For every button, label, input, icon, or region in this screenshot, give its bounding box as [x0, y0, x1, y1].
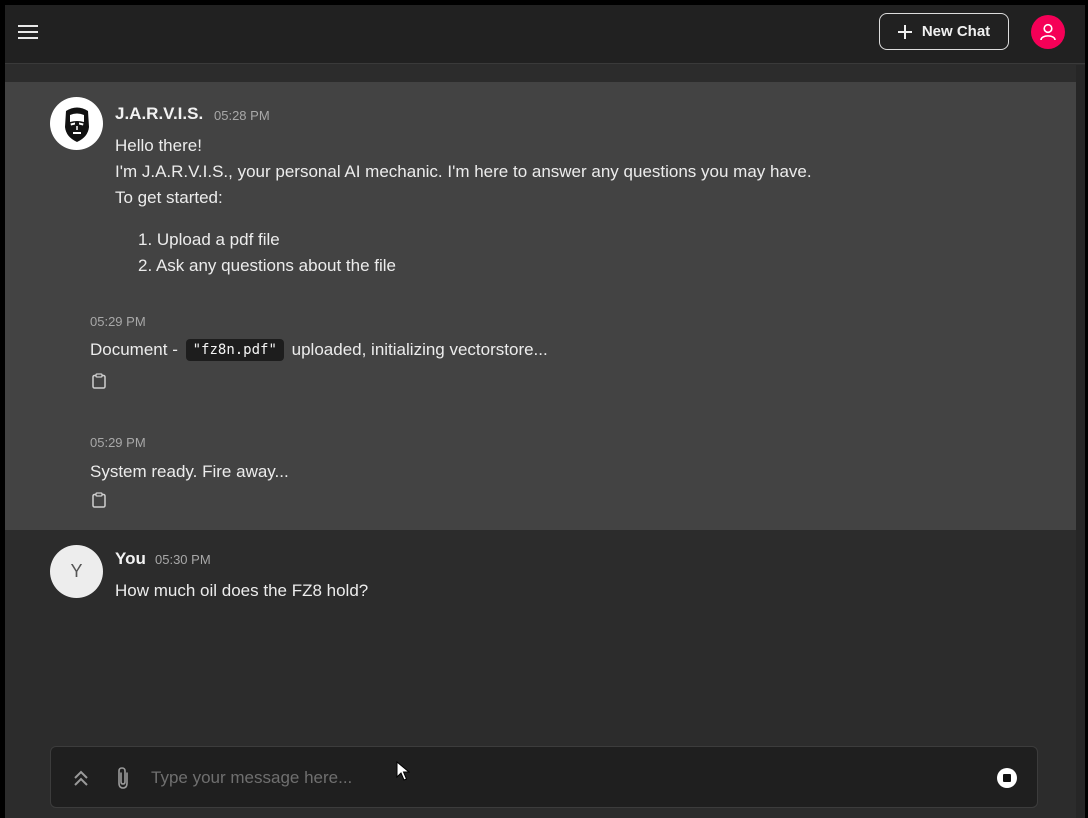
message-line: To get started:	[115, 188, 223, 207]
user-avatar: Y	[50, 545, 103, 598]
clipboard-icon	[92, 373, 106, 389]
avatar-letter: Y	[70, 561, 83, 581]
message-line: I'm J.A.R.V.I.S., your personal AI mecha…	[115, 162, 812, 181]
message-timestamp: 05:29 PM	[90, 435, 146, 450]
message-text: Document -	[90, 340, 178, 359]
stop-icon	[997, 768, 1017, 788]
message-timestamp: 05:29 PM	[90, 314, 146, 329]
double-chevron-up-icon	[74, 770, 88, 786]
mouse-cursor-icon	[396, 761, 410, 781]
scrollbar-track[interactable]	[1076, 65, 1085, 818]
message-input[interactable]	[151, 761, 971, 795]
message-line: Hello there!	[115, 136, 202, 155]
instruction-step: 1. Upload a pdf file	[138, 230, 280, 249]
new-chat-label: New Chat	[921, 23, 991, 40]
assistant-avatar	[50, 97, 103, 150]
message-author: J.A.R.V.I.S.	[115, 104, 204, 123]
clipboard-icon	[92, 492, 106, 508]
message-timestamp: 05:30 PM	[155, 552, 211, 567]
file-name-code: "fz8n.pdf"	[185, 339, 284, 361]
message-line: System ready. Fire away...	[90, 462, 289, 481]
user-menu-button[interactable]	[1031, 15, 1065, 49]
instruction-step: 2. Ask any questions about the file	[138, 256, 397, 275]
user-icon	[1040, 23, 1056, 41]
stop-button[interactable]	[995, 766, 1019, 790]
paperclip-icon	[118, 767, 128, 789]
iron-man-helmet-icon	[64, 107, 89, 142]
attach-button[interactable]	[112, 764, 134, 792]
top-bar: New Chat	[5, 5, 1085, 64]
message-author: You	[115, 549, 146, 568]
upload-status-message: Document - "fz8n.pdf" uploaded, initiali…	[90, 339, 548, 361]
app-window: New Chat J.A.R.V.I.S. 05:28 PM Hello the…	[5, 5, 1085, 818]
message-composer	[50, 746, 1038, 808]
message-text: uploaded, initializing vectorstore...	[291, 340, 548, 359]
menu-button[interactable]	[15, 20, 41, 44]
new-chat-button[interactable]: New Chat	[879, 13, 1009, 50]
message-timestamp: 05:28 PM	[214, 108, 270, 123]
message-line: How much oil does the FZ8 hold?	[115, 581, 369, 600]
copy-button[interactable]	[90, 491, 108, 509]
menu-icon	[18, 25, 38, 39]
plus-icon	[897, 24, 912, 39]
copy-button[interactable]	[90, 372, 108, 390]
expand-button[interactable]	[69, 766, 93, 790]
assistant-message-group: J.A.R.V.I.S. 05:28 PM Hello there! I'm J…	[5, 82, 1076, 530]
